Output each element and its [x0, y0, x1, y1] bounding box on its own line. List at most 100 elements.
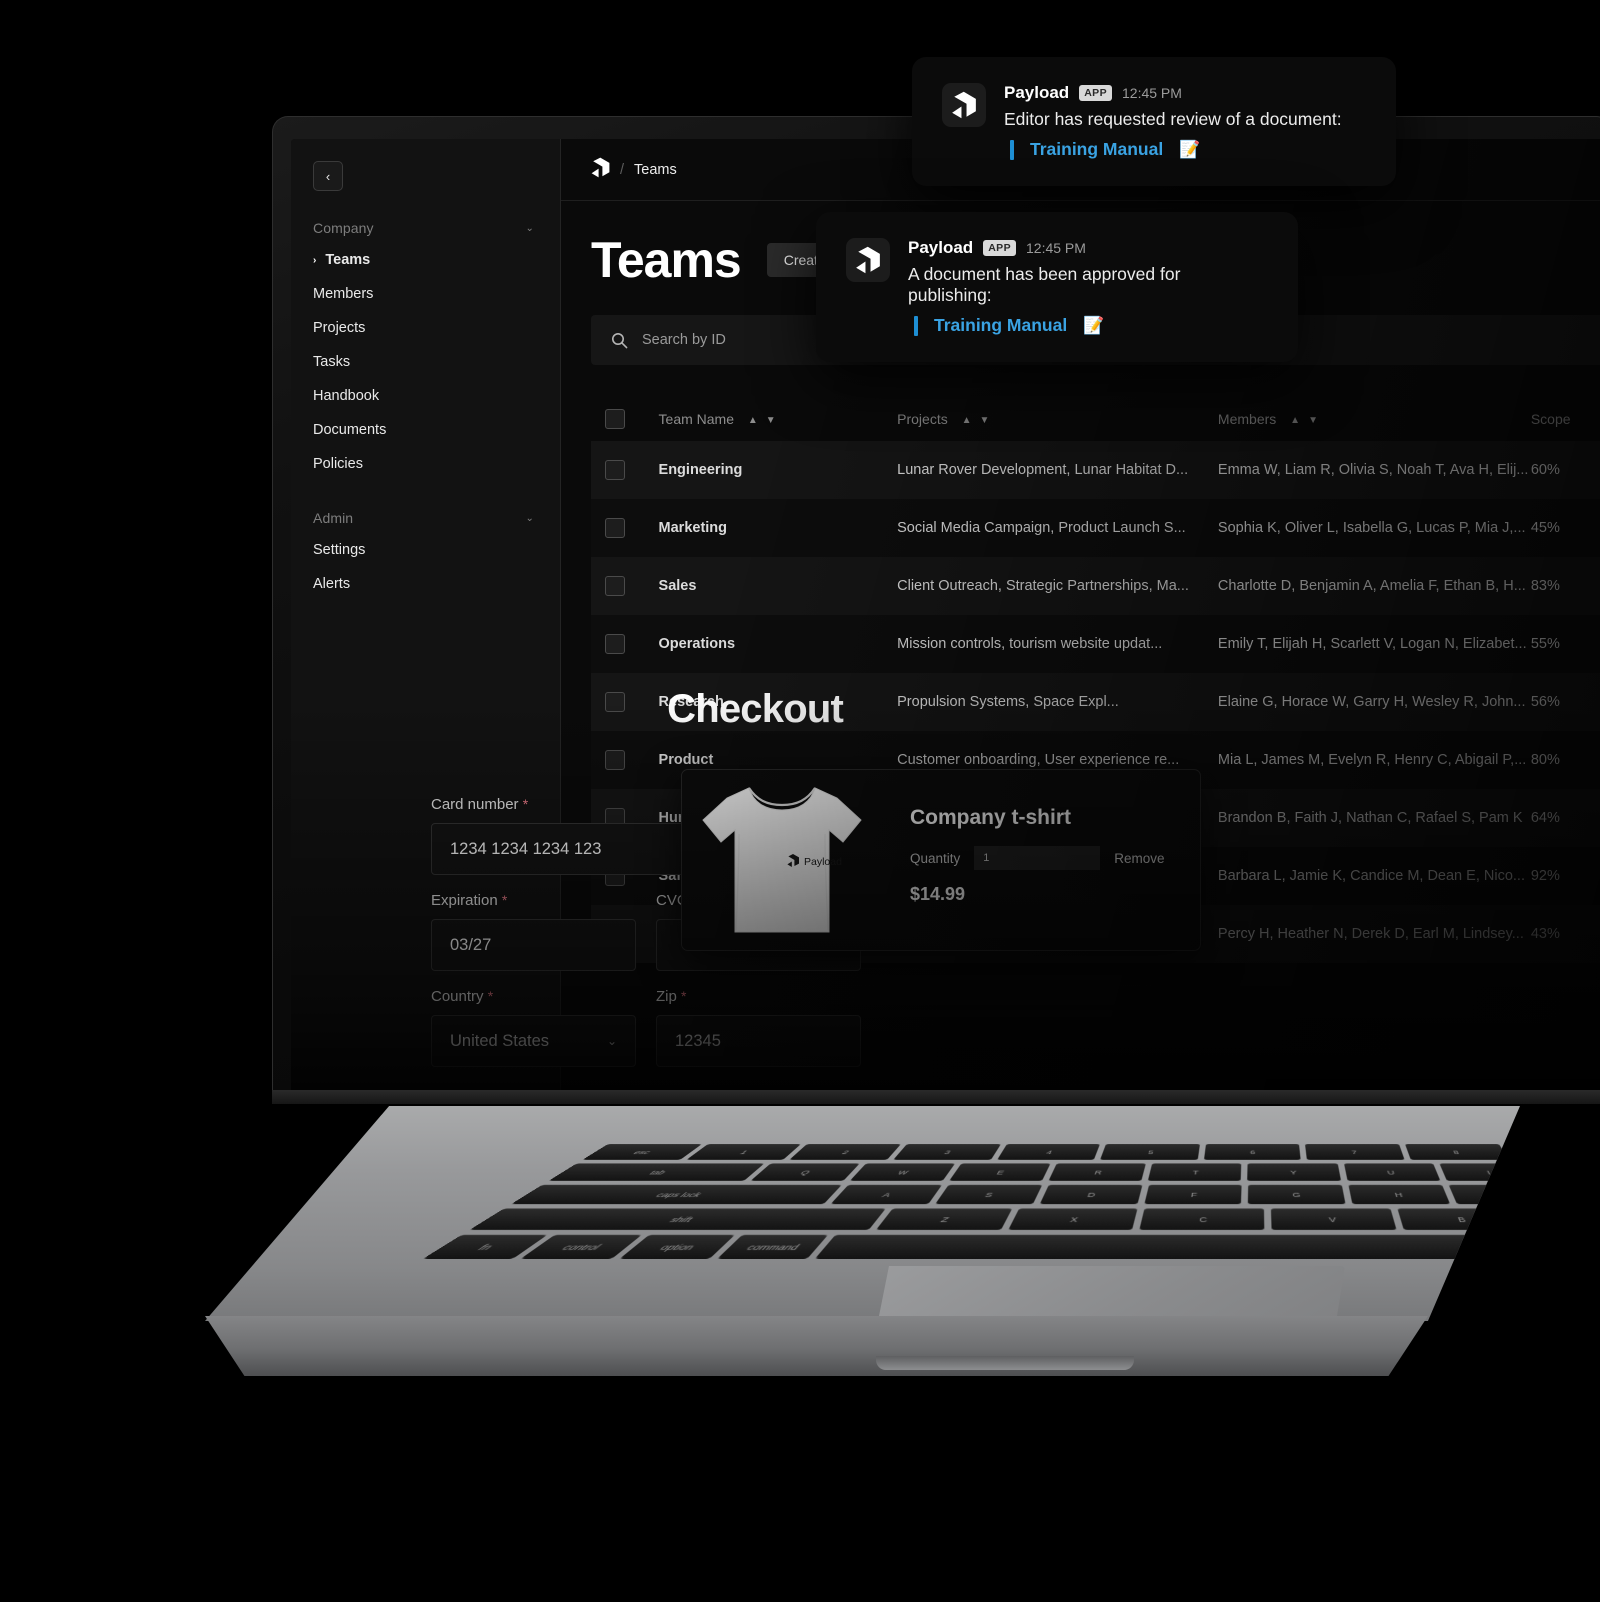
keyboard-key[interactable]: I: [1439, 1163, 1520, 1181]
keyboard-key[interactable]: U: [1343, 1163, 1440, 1181]
select-all-checkbox[interactable]: [605, 409, 625, 429]
keyboard-key[interactable]: A: [830, 1184, 942, 1205]
sidebar-item-settings[interactable]: Settings: [291, 533, 560, 567]
table-row[interactable]: Engineering Lunar Rover Development, Luna…: [591, 441, 1600, 499]
keyboard-key[interactable]: Q: [750, 1163, 860, 1181]
sidebar-item-handbook[interactable]: Handbook: [291, 379, 560, 413]
sidebar-item-teams[interactable]: › Teams: [291, 243, 560, 277]
chevron-up-icon[interactable]: ▲: [748, 415, 758, 426]
table-row[interactable]: Operations Mission controls, tourism webs…: [591, 615, 1600, 673]
column-header-scope: Scope: [1531, 397, 1600, 441]
sidebar-item-label: Projects: [313, 320, 366, 336]
breadcrumb-separator: /: [620, 161, 625, 178]
nav-group-label: Company: [313, 220, 374, 236]
keyboard-key[interactable]: 5: [1100, 1144, 1200, 1160]
keyboard-key[interactable]: D: [1039, 1184, 1142, 1205]
keyboard-key[interactable]: 1: [686, 1144, 802, 1160]
keyboard-key[interactable]: tab: [548, 1163, 765, 1181]
keyboard-row: esc1234567890: [582, 1144, 1520, 1160]
sidebar-item-members[interactable]: Members: [291, 277, 560, 311]
keyboard-key[interactable]: O: [1535, 1163, 1600, 1180]
cell-scope: 64%: [1530, 810, 1560, 826]
notification-card[interactable]: Payload APP 12:45 PM Editor has requeste…: [912, 57, 1396, 186]
cell-scope: 80%: [1530, 752, 1560, 768]
keyboard-key[interactable]: 8: [1405, 1144, 1509, 1160]
remove-item-button[interactable]: Remove: [1114, 851, 1164, 866]
quantity-input[interactable]: [974, 846, 1101, 870]
keyboard-key[interactable]: C: [1139, 1208, 1265, 1230]
row-checkbox[interactable]: [605, 576, 625, 596]
keyboard-key[interactable]: G: [1248, 1184, 1346, 1205]
keyboard-key[interactable]: 3: [893, 1144, 1001, 1160]
sidebar-item-projects[interactable]: Projects: [291, 311, 560, 345]
nav-group-header-company[interactable]: Company ⌄: [291, 213, 560, 243]
notification-card[interactable]: Payload APP 12:45 PM A document has been…: [816, 212, 1298, 362]
notification-app-name: Payload: [908, 238, 974, 257]
table-row[interactable]: Sales Client Outreach, Strategic Partners…: [591, 557, 1600, 615]
keyboard-key[interactable]: 7: [1305, 1144, 1405, 1160]
chevron-down-icon[interactable]: ▼: [980, 415, 990, 426]
sidebar-item-label: Handbook: [313, 388, 380, 404]
payload-logo-icon[interactable]: [591, 157, 610, 182]
search-icon: [611, 332, 628, 349]
row-select-cell: [591, 615, 659, 673]
keyboard-key[interactable]: 2: [789, 1144, 901, 1160]
keyboard-key[interactable]: W: [849, 1163, 956, 1181]
country-field-group: Country * United States ⌄: [431, 988, 636, 1067]
keyboard-key[interactable]: [815, 1234, 1520, 1259]
sidebar-collapse-button[interactable]: ‹: [313, 161, 343, 191]
keyboard-key[interactable]: 6: [1203, 1144, 1302, 1160]
table-row[interactable]: Marketing Social Media Campaign, Product …: [591, 499, 1600, 557]
expiration-input[interactable]: [431, 919, 636, 971]
keyboard-key[interactable]: caps lock: [511, 1184, 842, 1205]
keyboard-key[interactable]: command: [717, 1234, 829, 1259]
row-checkbox[interactable]: [605, 518, 625, 538]
keyboard-key[interactable]: E: [949, 1163, 1051, 1181]
chevron-up-icon[interactable]: ▲: [1290, 415, 1300, 426]
cell-members: Emily T, Elijah H, Scarlett V, Logan N, …: [1217, 636, 1527, 652]
tshirt-illustration: Payload: [702, 787, 862, 933]
sidebar-item-documents[interactable]: Documents: [291, 413, 560, 447]
keyboard-key[interactable]: V: [1270, 1208, 1397, 1230]
zip-input[interactable]: [656, 1015, 861, 1067]
keyboard-key[interactable]: X: [1007, 1208, 1138, 1230]
keyboard-key[interactable]: 9: [1504, 1144, 1520, 1160]
cell-members: Barbara L, Jamie K, Candice M, Dean E, N…: [1217, 868, 1525, 884]
keyboard-key[interactable]: F: [1143, 1184, 1243, 1205]
chevron-down-icon[interactable]: ▼: [766, 415, 776, 426]
keyboard-key[interactable]: J: [1448, 1184, 1520, 1205]
zip-label: Zip *: [656, 988, 861, 1005]
breadcrumb-current[interactable]: Teams: [634, 162, 677, 178]
cart-line-item: Payload Company t-shirt Quantity Remove …: [681, 769, 1201, 951]
keyboard-key[interactable]: Y: [1247, 1163, 1341, 1181]
cell-members: Brandon B, Faith J, Nathan C, Rafael S, …: [1217, 810, 1523, 826]
document-link[interactable]: Training Manual: [934, 315, 1067, 336]
keyboard-key[interactable]: 4: [996, 1144, 1101, 1160]
keyboard-key[interactable]: B: [1397, 1208, 1520, 1230]
keyboard-key[interactable]: S: [934, 1184, 1042, 1205]
row-checkbox[interactable]: [605, 634, 625, 654]
keyboard-row: shiftZXCVBNM: [469, 1208, 1600, 1230]
row-checkbox[interactable]: [605, 460, 625, 480]
keyboard-key[interactable]: K: [1549, 1185, 1600, 1204]
keyboard-key[interactable]: esc: [582, 1144, 702, 1160]
sidebar-item-policies[interactable]: Policies: [291, 447, 560, 481]
sidebar-item-alerts[interactable]: Alerts: [291, 567, 560, 601]
keyboard-key[interactable]: Z: [875, 1208, 1012, 1230]
keyboard-key[interactable]: T: [1148, 1163, 1242, 1181]
keyboard-key[interactable]: R: [1048, 1163, 1147, 1181]
page-title: Teams: [591, 232, 742, 288]
country-select[interactable]: United States ⌄: [431, 1015, 636, 1067]
keyboard-key[interactable]: N: [1523, 1208, 1600, 1229]
keyboard-key[interactable]: H: [1348, 1184, 1451, 1205]
chevron-down-icon[interactable]: ▼: [1308, 415, 1318, 426]
checkout-title: Checkout: [667, 687, 844, 731]
nav-group-header-admin[interactable]: Admin ⌄: [291, 503, 560, 533]
sidebar-item-tasks[interactable]: Tasks: [291, 345, 560, 379]
keyboard-key[interactable]: shift: [469, 1208, 886, 1230]
sidebar-item-label: Settings: [313, 542, 366, 558]
chevron-up-icon[interactable]: ▲: [962, 415, 972, 426]
document-link[interactable]: Training Manual: [1030, 139, 1163, 160]
country-label: Country *: [431, 988, 636, 1005]
expiration-label-text: Expiration: [431, 892, 498, 909]
